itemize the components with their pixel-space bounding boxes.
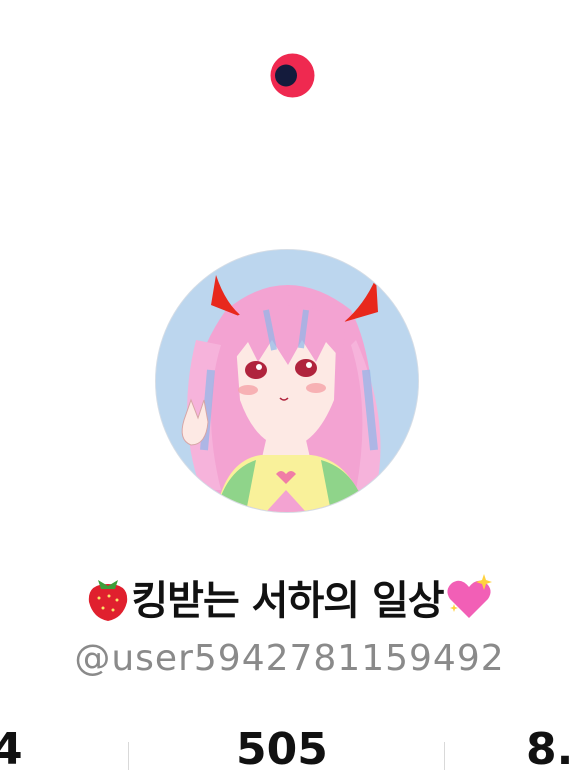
stat-following-count[interactable]: 4 xyxy=(0,722,23,778)
stats-row: 4 505 8. xyxy=(0,722,579,775)
stat-followers-count[interactable]: 505 xyxy=(236,722,328,778)
app-logo-icon xyxy=(270,53,315,98)
sparkling-heart-emoji-icon xyxy=(444,572,494,632)
profile-avatar[interactable] xyxy=(156,250,418,512)
display-name: 킹받는 서하의 일상 xyxy=(0,568,579,632)
strawberry-emoji-icon xyxy=(85,572,131,632)
display-name-text: 킹받는 서하의 일상 xyxy=(131,578,444,624)
stat-divider xyxy=(444,742,445,770)
stat-divider xyxy=(128,742,129,770)
username-handle: @user5942781159492 xyxy=(74,638,505,679)
stat-likes-count[interactable]: 8. xyxy=(526,722,573,778)
